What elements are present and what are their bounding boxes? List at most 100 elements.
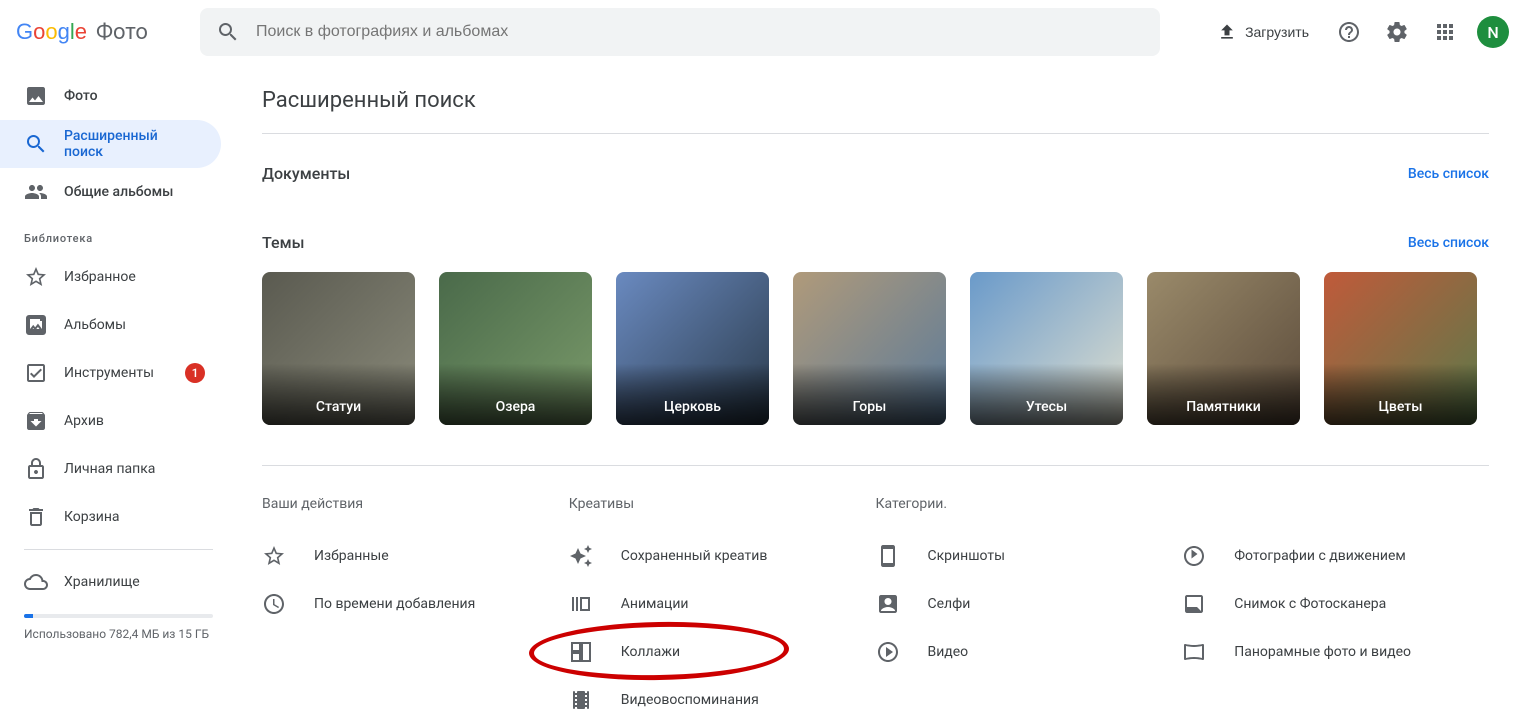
top-bar: Google Фото Загрузить N bbox=[0, 0, 1525, 64]
nav-trash[interactable]: Корзина bbox=[0, 493, 221, 541]
storage-bar bbox=[24, 614, 213, 618]
sidebar: Фото Расширенный поиск Общие альбомы Биб… bbox=[0, 64, 238, 710]
nav-explore[interactable]: Расширенный поиск bbox=[0, 120, 221, 168]
screenshots-item[interactable]: Скриншоты bbox=[876, 532, 1183, 580]
tile-label: Церковь bbox=[616, 399, 769, 415]
archive-icon bbox=[24, 409, 48, 433]
item-label: Избранные bbox=[314, 548, 389, 564]
things-tiles-row: Статуи Озера Церковь Горы Утесы Памятники Цвет… bbox=[262, 272, 1489, 425]
movie-icon bbox=[569, 688, 593, 710]
upload-label: Загрузить bbox=[1245, 24, 1309, 40]
utilities-icon bbox=[24, 361, 48, 385]
favorites-item[interactable]: Избранные bbox=[262, 532, 569, 580]
things-tile[interactable]: Статуи bbox=[262, 272, 415, 425]
nav-albums[interactable]: Альбомы bbox=[0, 301, 221, 349]
nav-sharing[interactable]: Общие альбомы bbox=[0, 168, 221, 216]
animations-item[interactable]: Анимации bbox=[569, 580, 876, 628]
search-icon bbox=[216, 20, 240, 44]
nav-photos[interactable]: Фото bbox=[0, 72, 221, 120]
actions-col-title: Ваши действия bbox=[262, 496, 569, 512]
things-tile[interactable]: Памятники bbox=[1147, 272, 1300, 425]
categories2-col-title bbox=[1182, 496, 1489, 512]
nav-label: Избранное bbox=[64, 269, 136, 285]
nav-label: Корзина bbox=[64, 509, 120, 525]
nav-label: Альбомы bbox=[64, 317, 126, 333]
phone-icon bbox=[876, 544, 900, 568]
nav-locked[interactable]: Личная папка bbox=[0, 445, 221, 493]
storage-text: Использовано 782,4 МБ из 15 ГБ bbox=[24, 626, 213, 643]
animation-icon bbox=[569, 592, 593, 616]
gear-icon bbox=[1385, 20, 1409, 44]
documents-see-all-link[interactable]: Весь список bbox=[1408, 166, 1489, 182]
nav-archive[interactable]: Архив bbox=[0, 397, 221, 445]
item-label: Селфи bbox=[928, 596, 971, 612]
play-icon bbox=[876, 640, 900, 664]
item-label: Видео bbox=[928, 644, 969, 660]
saved-creations-item[interactable]: Сохраненный креатив bbox=[569, 532, 876, 580]
categories-col-title: Категории. bbox=[876, 496, 1183, 512]
item-label: Снимок с Фотосканера bbox=[1234, 596, 1386, 612]
avatar[interactable]: N bbox=[1477, 16, 1509, 48]
logo[interactable]: Google Фото bbox=[16, 20, 148, 45]
album-icon bbox=[24, 313, 48, 337]
collage-icon bbox=[569, 640, 593, 664]
help-icon bbox=[1337, 20, 1361, 44]
videos-item[interactable]: Видео bbox=[876, 628, 1183, 676]
things-tile[interactable]: Утесы bbox=[970, 272, 1123, 425]
cinematic-item[interactable]: Видеовоспоминания bbox=[569, 676, 876, 710]
tile-label: Утесы bbox=[970, 399, 1123, 415]
search-bar[interactable] bbox=[200, 8, 1160, 56]
star-icon bbox=[262, 544, 286, 568]
badge: 1 bbox=[185, 363, 205, 383]
item-label: Видеовоспоминания bbox=[621, 692, 759, 708]
upload-icon bbox=[1217, 22, 1237, 42]
star-icon bbox=[24, 265, 48, 289]
motion-photos-item[interactable]: Фотографии с движением bbox=[1182, 532, 1489, 580]
things-tile[interactable]: Цветы bbox=[1324, 272, 1477, 425]
trash-icon bbox=[24, 505, 48, 529]
settings-button[interactable] bbox=[1377, 12, 1417, 52]
tile-label: Цветы bbox=[1324, 399, 1477, 415]
svg-text:Google: Google bbox=[16, 20, 87, 44]
item-label: Фотографии с движением bbox=[1234, 548, 1406, 564]
item-label: Сохраненный креатив bbox=[621, 548, 768, 564]
apps-icon bbox=[1433, 20, 1457, 44]
nav-label: Общие альбомы bbox=[64, 184, 173, 200]
things-tile[interactable]: Озера bbox=[439, 272, 592, 425]
nav-favorites[interactable]: Избранное bbox=[0, 253, 221, 301]
selfies-item[interactable]: Селфи bbox=[876, 580, 1183, 628]
apps-button[interactable] bbox=[1425, 12, 1465, 52]
nav-utilities[interactable]: Инструменты1 bbox=[0, 349, 221, 397]
people-icon bbox=[24, 180, 48, 204]
clock-icon bbox=[262, 592, 286, 616]
lock-icon bbox=[24, 457, 48, 481]
things-see-all-link[interactable]: Весь список bbox=[1408, 235, 1489, 251]
logo-text: Фото bbox=[96, 20, 148, 45]
documents-section-title: Документы bbox=[262, 164, 350, 183]
photo-icon bbox=[24, 84, 48, 108]
scan-icon bbox=[1182, 592, 1206, 616]
collages-item[interactable]: Коллажи bbox=[569, 628, 876, 676]
item-label: Коллажи bbox=[621, 644, 680, 660]
motion-icon bbox=[1182, 544, 1206, 568]
item-label: Панорамные фото и видео bbox=[1234, 644, 1411, 660]
item-label: По времени добавления bbox=[314, 596, 475, 612]
panorama-item[interactable]: Панорамные фото и видео bbox=[1182, 628, 1489, 676]
sparkle-icon bbox=[569, 544, 593, 568]
search-input[interactable] bbox=[256, 23, 1144, 41]
tile-label: Горы bbox=[793, 399, 946, 415]
divider bbox=[24, 549, 213, 550]
creations-col-title: Креативы bbox=[569, 496, 876, 512]
item-label: Скриншоты bbox=[928, 548, 1005, 564]
tile-label: Статуи bbox=[262, 399, 415, 415]
nav-label: Расширенный поиск bbox=[64, 128, 197, 160]
cloud-icon bbox=[24, 570, 48, 594]
photoscan-item[interactable]: Снимок с Фотосканера bbox=[1182, 580, 1489, 628]
help-button[interactable] bbox=[1329, 12, 1369, 52]
things-tile[interactable]: Горы bbox=[793, 272, 946, 425]
upload-button[interactable]: Загрузить bbox=[1205, 14, 1321, 50]
things-tile[interactable]: Церковь bbox=[616, 272, 769, 425]
main-content: Расширенный поиск Документы Весь список … bbox=[238, 64, 1525, 710]
nav-storage[interactable]: Хранилище bbox=[0, 558, 221, 606]
recently-added-item[interactable]: По времени добавления bbox=[262, 580, 569, 628]
